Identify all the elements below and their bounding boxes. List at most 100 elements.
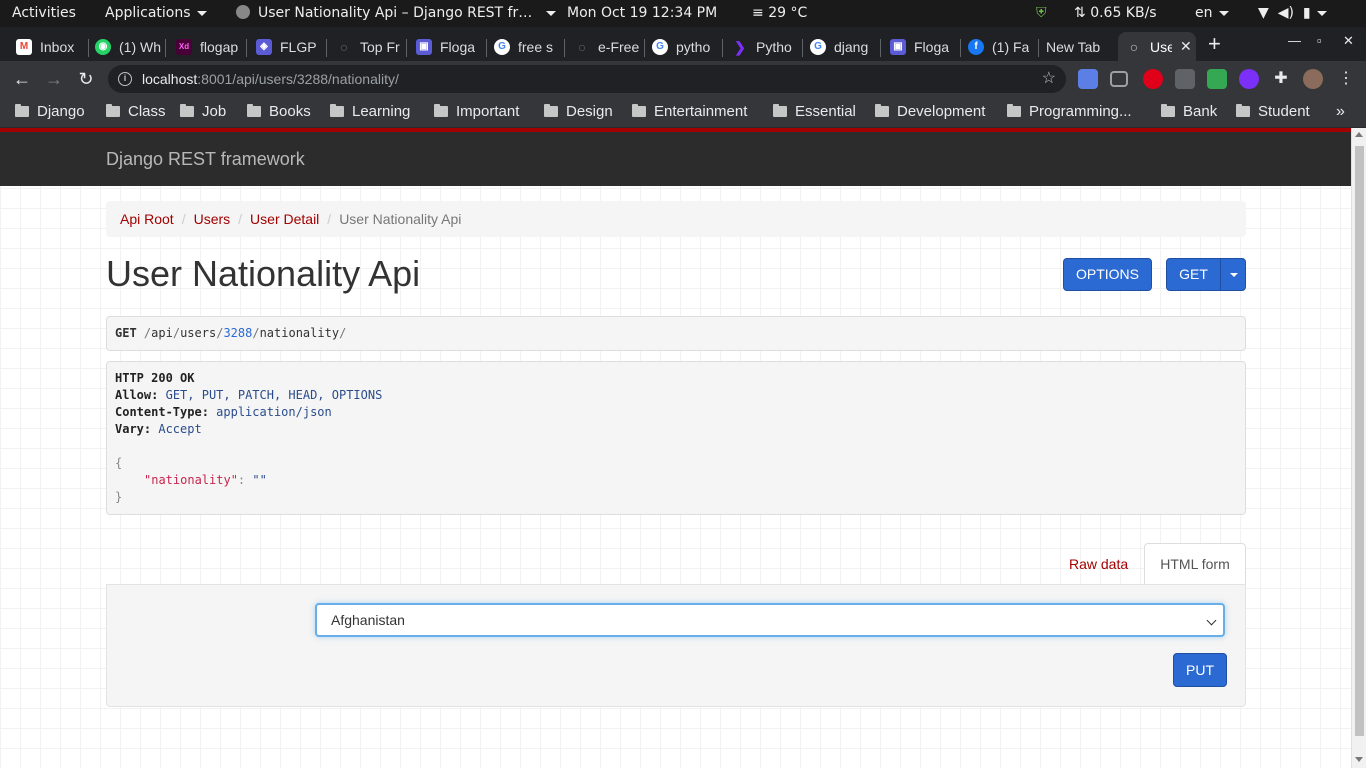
bookmark-folder[interactable]: Entertainment [632,97,747,128]
whatsapp-icon: ◉ [95,38,111,55]
adblock-extension-icon[interactable] [1143,69,1163,89]
new-tab-button[interactable]: + [1208,31,1221,57]
bookmark-folder[interactable]: Essential [773,97,856,128]
camera-extension-icon[interactable] [1110,71,1128,87]
weather-temp: 29 °C [768,5,808,21]
json-open-brace: { [115,456,123,470]
get-format-dropdown[interactable] [1220,258,1246,291]
browser-tab[interactable]: ❯ Pytho [728,32,798,61]
net-speed-indicator[interactable]: ⇅ 0.65 KB/s [1074,0,1157,27]
browser-tab[interactable]: Gpytho [648,32,718,61]
browser-tab[interactable]: ▣ Floga [886,32,956,61]
bookmark-folder[interactable]: Important [434,97,519,128]
browser-tab[interactable]: New Tab [1042,32,1114,61]
shield-icon[interactable]: ⛨ [1036,0,1047,27]
facebook-extension-icon[interactable] [1175,69,1195,89]
scroll-down-icon[interactable] [1355,757,1363,762]
breadcrumb-users[interactable]: Users [194,211,231,227]
get-button[interactable]: GET [1166,258,1221,291]
folder-icon [632,104,646,117]
request-info: GET /api/users/3288/nationality/ [106,316,1246,351]
close-window-button[interactable]: ✕ [1343,33,1354,49]
breadcrumb-separator: / [181,211,186,227]
browser-tab[interactable]: ◉ (1) Wh [91,32,161,61]
browser-tab[interactable]: Gfree s [490,32,560,61]
browser-tab[interactable]: M Inbox [12,32,84,61]
navbar-brand[interactable]: Django REST framework [106,132,305,186]
forward-icon[interactable]: → [42,67,66,91]
more-icon[interactable]: ⋮ [1336,69,1356,89]
tab-title: Pytho [756,38,792,55]
bookmark-folder[interactable]: Programming... [1007,97,1132,128]
options-button[interactable]: OPTIONS [1063,258,1152,291]
tab-title: (1) Fa [992,38,1030,55]
json-close-brace: } [115,490,123,504]
scrollbar-thumb[interactable] [1355,146,1364,736]
browser-tab[interactable]: f (1) Fa [964,32,1034,61]
check-extension-icon[interactable] [1239,69,1259,89]
globe-icon: ○ [577,38,587,55]
chevron-right-icon[interactable]: » [1336,97,1345,126]
folder-icon [330,104,344,117]
bookmark-label: Essential [795,103,856,120]
star-icon[interactable]: ☆ [1042,65,1056,93]
browser-tab[interactable]: ○ Top Fr [332,32,402,61]
tab-raw-data[interactable]: Raw data [1069,556,1128,572]
translate-extension-icon[interactable] [1078,69,1098,89]
clock[interactable]: Mon Oct 19 12:34 PM [567,0,717,27]
bookmark-label: Entertainment [654,103,748,120]
xd-icon: Xd [176,38,192,55]
window-title-menu[interactable]: User Nationality Api – Django REST fr… [236,0,557,27]
bookmark-folder[interactable]: Student [1236,97,1310,128]
bookmark-folder[interactable]: Books [247,97,311,128]
language-indicator[interactable]: en [1195,0,1229,27]
badge-extension-icon[interactable] [1207,69,1227,89]
browser-tab[interactable]: ○ e-Free [570,32,640,61]
reload-icon[interactable]: ↻ [74,67,98,91]
bookmark-folder[interactable]: Job [180,97,226,128]
browser-tab-active[interactable]: ○ Use ✕ [1118,32,1196,61]
avatar[interactable] [1303,69,1323,89]
folder-icon [106,104,120,117]
browser-tab[interactable]: Gdjang [806,32,876,61]
puzzle-icon[interactable]: ✚ [1271,69,1291,89]
page-scrollbar[interactable] [1351,128,1366,768]
back-icon[interactable]: ← [10,67,34,91]
breadcrumb-api-root[interactable]: Api Root [120,211,174,227]
system-menu[interactable]: ▼ ◀) ▮ [1258,0,1327,27]
scroll-up-icon[interactable] [1355,132,1363,137]
html-form-panel: Nationality Afghanistan PUT [106,584,1246,707]
bookmark-folder[interactable]: Learning [330,97,410,128]
globe-icon: ○ [1129,38,1139,55]
minimize-button[interactable]: — [1288,33,1301,48]
url-host: localhost [142,71,198,87]
address-bar[interactable]: i localhost:8001/api/users/3288/national… [108,65,1066,93]
bookmark-label: Job [202,103,227,120]
breadcrumb-current: User Nationality Api [339,211,462,227]
wifi-icon: ▼ [1258,5,1269,21]
close-icon[interactable]: ✕ [1180,38,1192,55]
url-path: :8001/api/users/3288/nationality/ [197,71,399,87]
response-header: Content-Type: application/json [115,405,332,419]
bookmark-folder[interactable]: Design [544,97,613,128]
activities-button[interactable]: Activities [12,0,76,27]
nationality-select[interactable]: Afghanistan [315,603,1225,637]
bookmark-folder[interactable]: Bank [1161,97,1217,128]
maximize-button[interactable]: ▫ [1317,33,1322,48]
tab-html-form[interactable]: HTML form [1144,543,1246,585]
chevron-down-icon [1218,10,1229,16]
applications-menu[interactable]: Applications [105,0,207,27]
bookmark-folder[interactable]: Development [875,97,985,128]
folder-icon [247,104,261,117]
browser-tab[interactable]: Xd flogap [172,32,242,61]
bookmark-folder[interactable]: Class [106,97,166,128]
bookmark-label: Important [456,103,520,120]
browser-tab[interactable]: ▣ Floga [412,32,482,61]
info-icon[interactable]: i [118,72,132,86]
bookmark-folder[interactable]: Django [15,97,85,128]
weather-indicator[interactable]: ≡ 29 °C [752,0,807,27]
folder-icon [544,104,558,117]
browser-tab[interactable]: ◈ FLGP [252,32,322,61]
breadcrumb-user-detail[interactable]: User Detail [250,211,319,227]
put-button[interactable]: PUT [1173,653,1227,687]
